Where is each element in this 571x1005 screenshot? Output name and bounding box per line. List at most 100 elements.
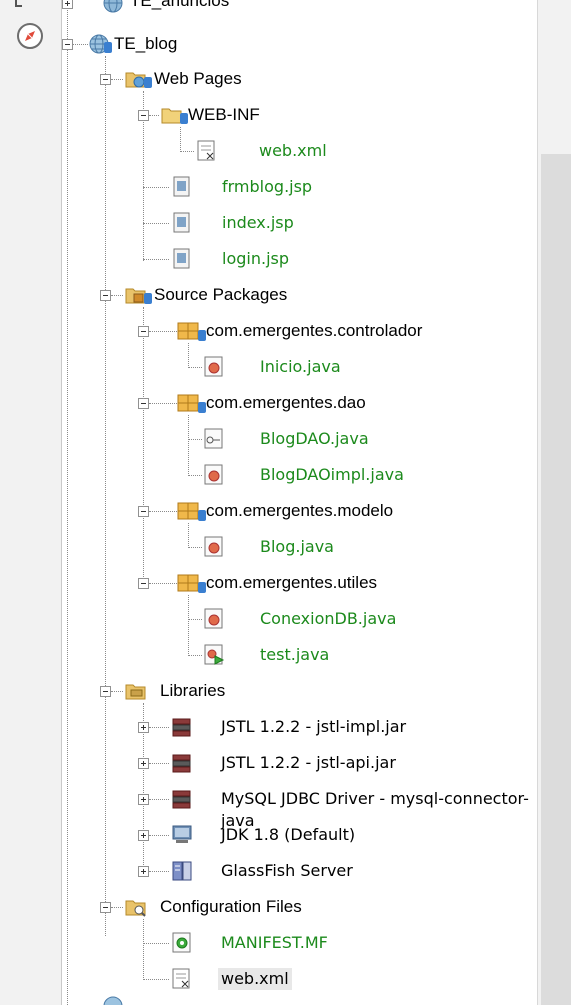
badge-icon — [198, 510, 206, 521]
tree-guide — [188, 595, 189, 656]
library-label[interactable]: JSTL 1.2.2 - jstl-api.jar — [221, 752, 396, 774]
tree-connector — [143, 187, 169, 188]
java-class-icon — [204, 356, 223, 377]
folder-label[interactable]: Source Packages — [154, 284, 287, 306]
expand-toggle[interactable] — [138, 758, 149, 769]
tree-connector — [149, 403, 177, 404]
tree-connector — [149, 583, 177, 584]
tree-guide — [143, 919, 144, 980]
tree-connector — [188, 655, 202, 656]
package-label[interactable]: com.emergentes.controlador — [206, 320, 422, 342]
badge-icon — [198, 402, 206, 413]
project-tree: TE_anuncios TE_blog Web Pages WEB-INF we… — [62, 0, 537, 1005]
tree-connector — [149, 835, 169, 836]
manifest-icon — [172, 932, 191, 953]
badge-icon — [198, 330, 206, 341]
tree-connector — [111, 79, 123, 80]
collapse-toggle[interactable] — [138, 110, 149, 121]
tree-guide — [105, 56, 106, 936]
expand-toggle[interactable] — [138, 866, 149, 877]
badge-icon — [198, 582, 206, 593]
folder-label[interactable]: Web Pages — [154, 68, 242, 90]
tree-connector — [73, 44, 88, 45]
tree-connector — [149, 115, 159, 116]
folder-label[interactable]: WEB-INF — [188, 104, 260, 126]
expand-toggle[interactable] — [138, 794, 149, 805]
file-label[interactable]: web.xml — [259, 140, 327, 162]
project-label[interactable]: TE_blog — [114, 33, 177, 55]
tree-guide — [188, 415, 189, 476]
xml-file-icon — [197, 140, 215, 161]
tree-guide — [188, 343, 189, 368]
tree-connector — [149, 799, 169, 800]
left-toolbar-strip — [0, 0, 62, 1005]
tree-connector — [111, 295, 123, 296]
globe-icon — [103, 0, 123, 13]
tree-guide — [143, 307, 144, 585]
jar-library-icon — [172, 718, 191, 737]
collapse-toggle[interactable] — [100, 902, 111, 913]
tree-guide — [67, 0, 68, 1005]
toolbar-icon[interactable] — [12, 0, 36, 12]
expand-toggle[interactable] — [138, 830, 149, 841]
jsp-file-icon — [173, 248, 190, 269]
collapse-toggle[interactable] — [138, 326, 149, 337]
tree-connector — [180, 151, 194, 152]
java-class-icon — [204, 608, 223, 629]
file-label[interactable]: BlogDAOimpl.java — [260, 464, 404, 486]
badge-icon — [144, 77, 152, 88]
configuration-folder-icon — [125, 900, 146, 917]
folder-label[interactable]: Libraries — [160, 680, 225, 702]
collapse-toggle[interactable] — [62, 39, 73, 50]
library-label[interactable]: JSTL 1.2.2 - jstl-impl.jar — [221, 716, 406, 738]
file-label[interactable]: BlogDAO.java — [260, 428, 369, 450]
expand-toggle[interactable] — [62, 0, 73, 9]
package-label[interactable]: com.emergentes.modelo — [206, 500, 393, 522]
tree-connector — [149, 763, 169, 764]
tree-connector — [188, 547, 202, 548]
collapse-toggle[interactable] — [138, 398, 149, 409]
package-icon — [177, 394, 199, 412]
file-label[interactable]: Blog.java — [260, 536, 334, 558]
tree-connector — [188, 475, 202, 476]
file-label[interactable]: index.jsp — [222, 212, 294, 234]
folder-label[interactable]: Configuration Files — [160, 896, 302, 918]
java-interface-icon — [204, 428, 223, 449]
package-icon — [177, 322, 199, 340]
package-label[interactable]: com.emergentes.utiles — [206, 572, 377, 594]
file-label[interactable]: Inicio.java — [260, 356, 341, 378]
file-label[interactable]: login.jsp — [222, 248, 289, 270]
tree-connector — [188, 367, 202, 368]
collapse-toggle[interactable] — [138, 578, 149, 589]
navigator-compass-icon[interactable] — [16, 22, 44, 50]
java-class-icon — [204, 464, 223, 485]
badge-icon — [180, 113, 188, 124]
jsp-file-icon — [173, 212, 190, 233]
tree-guide — [188, 523, 189, 548]
tree-connector — [149, 727, 169, 728]
file-label[interactable]: MANIFEST.MF — [221, 932, 328, 954]
java-main-class-icon — [204, 644, 225, 665]
tree-connector — [149, 871, 169, 872]
file-label[interactable]: ConexionDB.java — [260, 608, 396, 630]
file-label-selected[interactable]: web.xml — [218, 968, 292, 990]
file-label[interactable]: frmblog.jsp — [222, 176, 312, 198]
collapse-toggle[interactable] — [100, 686, 111, 697]
expand-toggle[interactable] — [138, 722, 149, 733]
tree-connector — [188, 439, 202, 440]
package-icon — [177, 574, 199, 592]
tree-connector — [143, 259, 169, 260]
tree-connector — [143, 223, 169, 224]
vertical-scrollbar[interactable] — [541, 154, 571, 1005]
collapse-toggle[interactable] — [100, 290, 111, 301]
collapse-toggle[interactable] — [100, 74, 111, 85]
badge-icon — [144, 293, 152, 304]
globe-icon — [103, 996, 123, 1005]
library-label[interactable]: GlassFish Server — [221, 860, 353, 882]
collapse-toggle[interactable] — [138, 506, 149, 517]
library-label[interactable]: JDK 1.8 (Default) — [221, 824, 355, 846]
tree-connector — [149, 511, 177, 512]
project-label[interactable]: TE_anuncios — [130, 0, 229, 12]
file-label[interactable]: test.java — [260, 644, 329, 666]
package-label[interactable]: com.emergentes.dao — [206, 392, 366, 414]
